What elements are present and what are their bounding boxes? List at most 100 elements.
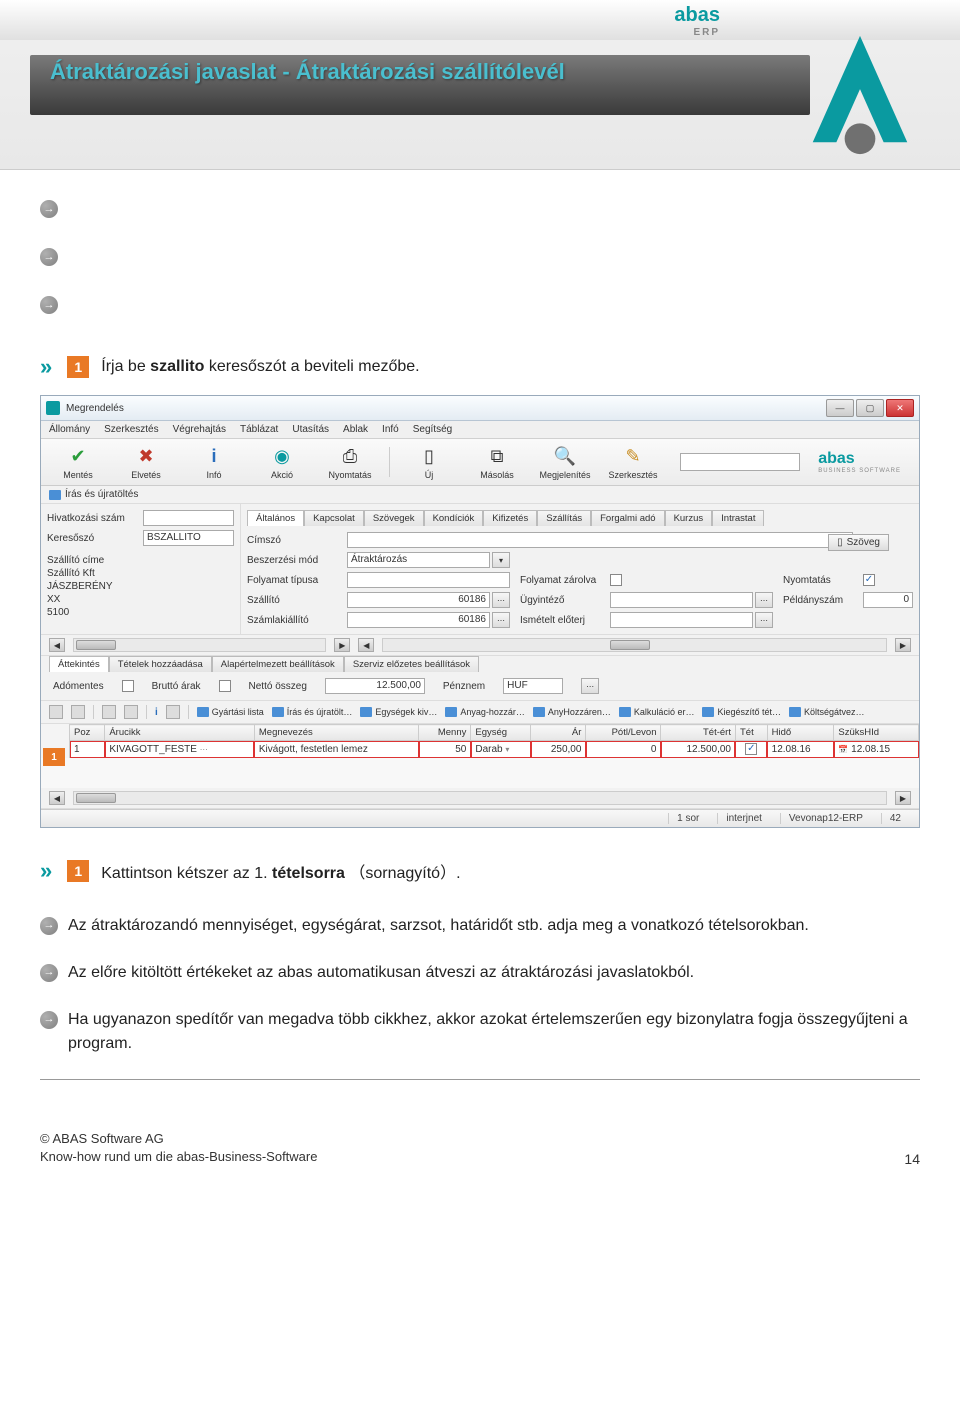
cell-arucikk[interactable]: KIVAGOTT_FESTE ⋯ <box>105 741 255 758</box>
tab-kurzus[interactable]: Kurzus <box>665 510 713 526</box>
col-poz[interactable]: Poz <box>70 725 105 741</box>
menu-ablak[interactable]: Ablak <box>343 424 368 435</box>
col-arucikk[interactable]: Árucikk <box>105 725 255 741</box>
menu-szerkesztes[interactable]: Szerkesztés <box>104 424 158 435</box>
menu-utasitas[interactable]: Utasítás <box>292 424 329 435</box>
toolbar-akcio[interactable]: ◉Akció <box>253 444 311 480</box>
menu-segitseg[interactable]: Segítség <box>413 424 452 435</box>
lookup-icon[interactable]: ⋯ <box>200 745 208 754</box>
input-cimszo[interactable] <box>347 532 853 548</box>
toolbar-megjelenites[interactable]: 🔍Megjelenítés <box>536 444 594 480</box>
info-icon[interactable]: i <box>155 707 158 718</box>
lookup-icon[interactable]: ⋯ <box>581 678 599 694</box>
scroll-left-icon[interactable]: ◀ <box>49 791 65 805</box>
col-ar[interactable]: Ár <box>531 725 586 741</box>
ref-input[interactable] <box>143 510 234 526</box>
menu-info[interactable]: Infó <box>382 424 399 435</box>
folder-koltsegatvez[interactable]: Költségátvez… <box>789 707 865 717</box>
col-szukshid[interactable]: SzüksHId <box>834 725 919 741</box>
tab-alapertelmezett[interactable]: Alapértelmezett beállítások <box>212 656 344 672</box>
search-input[interactable]: BSZALLITO <box>143 530 234 546</box>
menu-vegrehajtas[interactable]: Végrehajtás <box>173 424 226 435</box>
cell-menny[interactable]: 50 <box>419 741 471 758</box>
folder-anyag[interactable]: Anyag-hozzár… <box>445 707 525 717</box>
input-peldanyszam[interactable]: 0 <box>863 592 913 608</box>
maximize-button[interactable]: ▢ <box>856 399 884 417</box>
folder-kalkulacio[interactable]: Kalkuláció er… <box>619 707 695 717</box>
close-button[interactable]: ✕ <box>886 399 914 417</box>
scroll-track[interactable] <box>73 791 887 805</box>
toolbar-mentes[interactable]: ✔Mentés <box>49 444 107 480</box>
folder-kiegeszito[interactable]: Kiegészítő tét… <box>702 707 781 717</box>
grid-tool-icon[interactable] <box>102 705 116 719</box>
tab-szallitas[interactable]: Szállítás <box>537 510 591 526</box>
cell-tetert[interactable]: 12.500,00 <box>661 741 736 758</box>
checkbox-nyomtatas[interactable] <box>863 574 875 586</box>
cell-megnevezes[interactable]: Kivágott, festetlen lemez <box>254 741 418 758</box>
folder-egysegek[interactable]: Egységek kiv… <box>360 707 437 717</box>
tab-szerviz[interactable]: Szerviz előzetes beállítások <box>344 656 479 672</box>
checkbox-brutto[interactable] <box>219 680 231 692</box>
lookup-icon[interactable]: ⋯ <box>755 612 773 628</box>
input-szallito[interactable]: 60186 <box>347 592 490 608</box>
col-menny[interactable]: Menny <box>419 725 471 741</box>
grid-tool-icon[interactable] <box>49 705 63 719</box>
toolbar-uj[interactable]: ▯Új <box>400 444 458 480</box>
input-ismetelt[interactable] <box>610 612 753 628</box>
folder-anyhozzaren[interactable]: AnyHozzáren… <box>533 707 611 717</box>
minimize-button[interactable]: — <box>826 399 854 417</box>
input-beszerzesi[interactable]: Átraktározás <box>347 552 490 568</box>
scroll-thumb[interactable] <box>76 793 116 803</box>
input-szamlakiallito[interactable]: 60186 <box>347 612 490 628</box>
lookup-icon[interactable]: ⋯ <box>492 612 510 628</box>
scroll-thumb[interactable] <box>610 640 650 650</box>
tab-kapcsolat[interactable]: Kapcsolat <box>304 510 364 526</box>
toolbar-info[interactable]: iInfó <box>185 444 243 480</box>
toolbar-szerkesztes[interactable]: ✎Szerkesztés <box>604 444 662 480</box>
tab-altalanos[interactable]: Általános <box>247 510 304 526</box>
grid-tool-icon[interactable] <box>124 705 138 719</box>
cell-poz[interactable]: 1 <box>70 741 105 758</box>
dropdown-icon[interactable]: ▾ <box>492 552 510 568</box>
tab-attekintes[interactable]: Áttekintés <box>49 656 109 672</box>
cell-tet[interactable] <box>735 741 767 758</box>
toolbar-nyomtatas[interactable]: ⎙Nyomtatás <box>321 444 379 480</box>
scroll-track[interactable] <box>382 638 887 652</box>
cell-hido[interactable]: 12.08.16 <box>767 741 834 758</box>
tab-kifizetes[interactable]: Kifizetés <box>483 510 537 526</box>
tab-tetelek-hozzaadasa[interactable]: Tételek hozzáadása <box>109 656 212 672</box>
grid-tool-icon[interactable] <box>166 705 180 719</box>
scroll-left-icon[interactable]: ◀ <box>358 638 374 652</box>
checkbox-tet[interactable] <box>745 743 757 755</box>
checkbox-folyamat-zarolva[interactable] <box>610 574 622 586</box>
tab-intrastat[interactable]: Intrastat <box>712 510 764 526</box>
szoveg-button[interactable]: ▯ Szöveg <box>828 534 889 551</box>
menu-allomany[interactable]: Állomány <box>49 424 90 435</box>
calendar-icon[interactable]: 📅 <box>838 745 848 754</box>
col-potl[interactable]: Pótl/Levon <box>586 725 661 741</box>
grid-tool-icon[interactable] <box>71 705 85 719</box>
input-folyamat-tipus[interactable] <box>347 572 510 588</box>
lookup-icon[interactable]: ⋯ <box>492 592 510 608</box>
toolbar-search-input[interactable] <box>680 453 800 471</box>
folder-iras[interactable]: Írás és újratölt… <box>272 707 353 717</box>
col-hido[interactable]: Hidő <box>767 725 834 741</box>
folder-gyartasi[interactable]: Gyártási lista <box>197 707 264 717</box>
dropdown-icon[interactable]: ▾ <box>505 745 509 754</box>
toolbar-elvetes[interactable]: ✖Elvetés <box>117 444 175 480</box>
scroll-thumb[interactable] <box>76 640 116 650</box>
checkbox-adomentes[interactable] <box>122 680 134 692</box>
menu-tablazat[interactable]: Táblázat <box>240 424 278 435</box>
tab-kondiciok[interactable]: Kondíciók <box>424 510 484 526</box>
col-egyseg[interactable]: Egység <box>471 725 531 741</box>
scroll-right-icon[interactable]: ▶ <box>895 638 911 652</box>
lookup-icon[interactable]: ⋯ <box>755 592 773 608</box>
input-ugyintezo[interactable] <box>610 592 753 608</box>
cell-egyseg[interactable]: Darab ▾ <box>471 741 531 758</box>
scroll-track[interactable] <box>73 638 326 652</box>
scroll-left-icon[interactable]: ◀ <box>49 638 65 652</box>
cell-szukshid[interactable]: 📅 12.08.15 <box>834 741 919 758</box>
tab-forgalmi-ado[interactable]: Forgalmi adó <box>591 510 664 526</box>
scroll-right-icon[interactable]: ▶ <box>334 638 350 652</box>
cell-ar[interactable]: 250,00 <box>531 741 586 758</box>
